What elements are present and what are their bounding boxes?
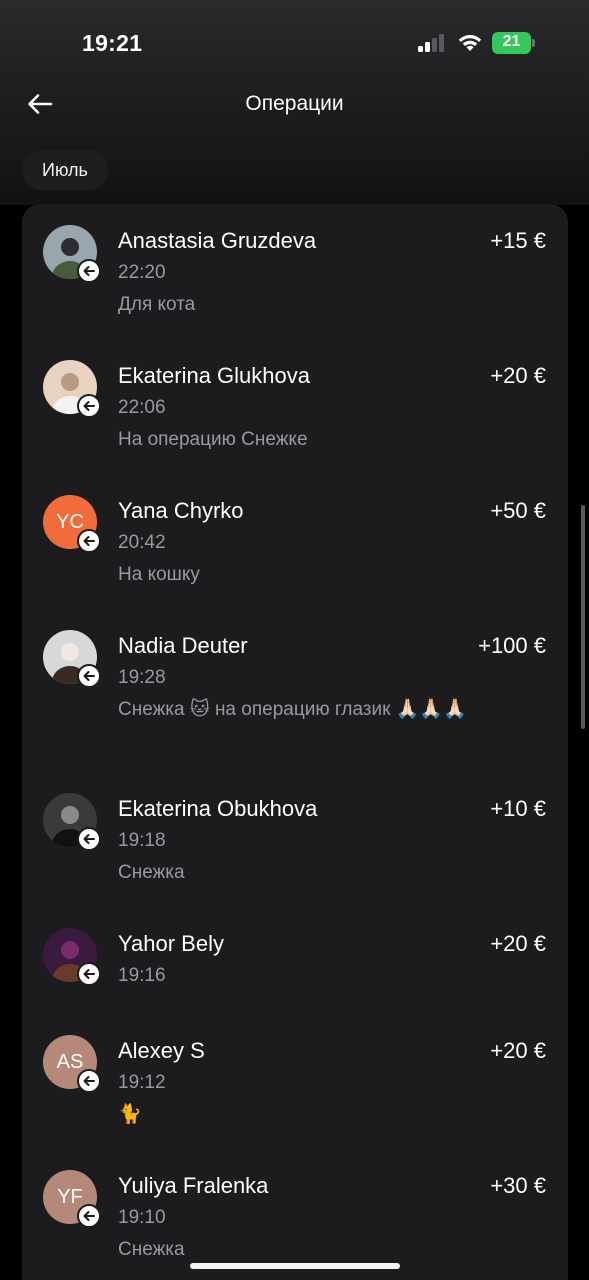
sender-name: Nadia Deuter [118, 633, 248, 658]
incoming-arrow-icon [77, 394, 101, 418]
operation-time: 19:12 [118, 1072, 166, 1093]
battery-icon: 21 [492, 32, 536, 54]
operation-row[interactable]: Yahor Bely +20 € 19:16 [22, 907, 568, 1014]
operation-row[interactable]: Anastasia Gruzdeva +15 € 22:20 Для кота [22, 204, 568, 339]
avatar-container [43, 793, 101, 851]
avatar-container: AS [43, 1035, 101, 1093]
operation-row[interactable]: Ekaterina Glukhova +20 € 22:06 На операцию … [22, 339, 568, 474]
operation-row[interactable]: AS Alexey S +20 € 19:12 🐈 [22, 1014, 568, 1149]
avatar-container [43, 928, 101, 986]
cellular-signal-icon [418, 34, 448, 52]
sender-name: Ekaterina Obukhova [118, 796, 318, 821]
operation-amount: +15 € [490, 228, 546, 253]
avatar-container [43, 225, 101, 283]
operation-amount: +30 € [490, 1173, 546, 1198]
operation-amount: +50 € [490, 498, 546, 523]
avatar-container: YC [43, 495, 101, 553]
operation-row[interactable]: Nadia Deuter +100 € 19:28 Снежка 🐱 на опера… [22, 609, 568, 772]
status-time: 19:21 [82, 30, 143, 56]
incoming-arrow-icon [77, 664, 101, 688]
avatar-container: YF [43, 1170, 101, 1228]
operation-time: 22:20 [118, 262, 166, 283]
sender-name: Yahor Bely [118, 931, 224, 956]
operation-comment: Снежка 🐱 на операцию глазик 🙏🏻🙏🏻🙏🏻 [118, 699, 467, 720]
operation-amount: +20 € [490, 363, 546, 388]
operations-list: Anastasia Gruzdeva +15 € 22:20 Для кота Ekat… [22, 204, 568, 1280]
operation-row[interactable]: YC Yana Chyrko +50 € 20:42 На кошку [22, 474, 568, 609]
sender-name: Alexey S [118, 1038, 205, 1063]
scrollbar[interactable] [581, 505, 585, 729]
avatar-container [43, 630, 101, 688]
avatar-initials: YF [57, 1185, 83, 1208]
operation-time: 19:16 [118, 965, 166, 986]
operation-comment: Снежка [118, 862, 185, 883]
sender-name: Yana Chyrko [118, 498, 244, 523]
sender-name: Ekaterina Glukhova [118, 363, 310, 388]
operation-row[interactable]: Ekaterina Obukhova +10 € 19:18 Снежка [22, 772, 568, 907]
avatar-initials: AS [56, 1050, 84, 1073]
battery-level: 21 [502, 33, 521, 50]
operation-comment: Для кота [118, 294, 196, 315]
incoming-arrow-icon [77, 1204, 101, 1228]
operation-time: 19:18 [118, 830, 166, 851]
operation-amount: +20 € [490, 1038, 546, 1063]
operation-comment: Снежка [118, 1239, 185, 1260]
incoming-arrow-icon [77, 827, 101, 851]
operation-amount: +20 € [490, 931, 546, 956]
operation-amount: +10 € [490, 796, 546, 821]
operation-amount: +100 € [478, 633, 546, 658]
operation-comment: На операцию Снежке [118, 429, 308, 450]
incoming-arrow-icon [77, 529, 101, 553]
home-indicator [190, 1263, 400, 1269]
month-filter-chip[interactable]: Июль [22, 150, 108, 190]
avatar-container [43, 360, 101, 418]
avatar-initials: YC [56, 510, 84, 533]
wifi-icon [456, 31, 484, 53]
operation-time: 19:28 [118, 667, 166, 688]
sender-name: Anastasia Gruzdeva [118, 228, 317, 253]
operation-time: 19:10 [118, 1207, 166, 1228]
operation-time: 20:42 [118, 532, 166, 553]
operation-comment: На кошку [118, 564, 200, 585]
operation-time: 22:06 [118, 397, 166, 418]
operation-comment: 🐈 [118, 1104, 142, 1125]
incoming-arrow-icon [77, 962, 101, 986]
status-bar: 19:21 21 [0, 0, 589, 88]
sender-name: Yuliya Fralenka [118, 1173, 269, 1198]
incoming-arrow-icon [77, 1069, 101, 1093]
operation-row[interactable]: YF Yuliya Fralenka +30 € 19:10 Снежка [22, 1149, 568, 1280]
page-title: Операции [245, 92, 344, 115]
incoming-arrow-icon [77, 259, 101, 283]
